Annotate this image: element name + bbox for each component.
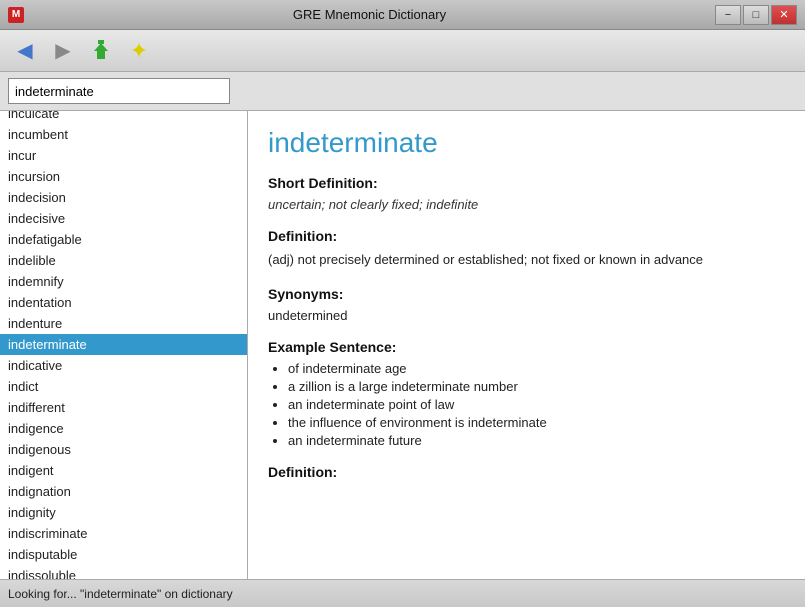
list-item[interactable]: indenture	[0, 313, 247, 334]
short-def-label: Short Definition:	[268, 175, 785, 191]
list-item[interactable]: incur	[0, 145, 247, 166]
def2-label: Definition:	[268, 464, 785, 480]
list-item[interactable]: inculcate	[0, 111, 247, 124]
list-item[interactable]: indignity	[0, 502, 247, 523]
close-button[interactable]: ✕	[771, 5, 797, 25]
main-content: incredulousincrementincriminateincrustat…	[0, 111, 805, 579]
list-item[interactable]: indelible	[0, 250, 247, 271]
list-item[interactable]: indecision	[0, 187, 247, 208]
window-title: GRE Mnemonic Dictionary	[293, 7, 446, 22]
list-item[interactable]: indigent	[0, 460, 247, 481]
back-button[interactable]: ◀	[8, 34, 42, 68]
list-item[interactable]: indemnify	[0, 271, 247, 292]
app-icon: M	[8, 7, 24, 23]
search-bar	[0, 72, 805, 111]
home-button[interactable]	[84, 34, 118, 68]
def-label: Definition:	[268, 228, 785, 244]
synonyms-label: Synonyms:	[268, 286, 785, 302]
status-text: Looking for... "indeterminate" on dictio…	[8, 587, 233, 601]
list-item[interactable]: indefatigable	[0, 229, 247, 250]
list-item[interactable]: indiscriminate	[0, 523, 247, 544]
list-item[interactable]: indigence	[0, 418, 247, 439]
synonyms-text: undetermined	[268, 308, 785, 323]
short-def-text: uncertain; not clearly fixed; indefinite	[268, 197, 785, 212]
word-list[interactable]: incredulousincrementincriminateincrustat…	[0, 111, 248, 579]
list-item[interactable]: indeterminate	[0, 334, 247, 355]
example-item: the influence of environment is indeterm…	[288, 415, 785, 430]
forward-button[interactable]: ▶	[46, 34, 80, 68]
status-bar: Looking for... "indeterminate" on dictio…	[0, 579, 805, 607]
list-item[interactable]: indissoluble	[0, 565, 247, 579]
list-item[interactable]: incursion	[0, 166, 247, 187]
example-item: a zillion is a large indeterminate numbe…	[288, 379, 785, 394]
example-item: an indeterminate point of law	[288, 397, 785, 412]
def-text: (adj) not precisely determined or establ…	[268, 250, 785, 270]
minimize-button[interactable]: −	[715, 5, 741, 25]
list-item[interactable]: indict	[0, 376, 247, 397]
list-item[interactable]: indignation	[0, 481, 247, 502]
examples-label: Example Sentence:	[268, 339, 785, 355]
list-item[interactable]: incumbent	[0, 124, 247, 145]
title-bar: M GRE Mnemonic Dictionary − □ ✕	[0, 0, 805, 30]
toolbar: ◀ ▶ ✦	[0, 30, 805, 72]
search-input[interactable]	[8, 78, 230, 104]
list-item[interactable]: indicative	[0, 355, 247, 376]
example-item: an indeterminate future	[288, 433, 785, 448]
examples-list: of indeterminate age a zillion is a large…	[268, 361, 785, 448]
home-icon	[87, 37, 115, 65]
list-item[interactable]: indentation	[0, 292, 247, 313]
window-controls: − □ ✕	[715, 5, 797, 25]
definition-title: indeterminate	[268, 127, 785, 159]
list-item[interactable]: indisputable	[0, 544, 247, 565]
list-item[interactable]: indigenous	[0, 439, 247, 460]
star-button[interactable]: ✦	[122, 34, 156, 68]
maximize-button[interactable]: □	[743, 5, 769, 25]
list-item[interactable]: indecisive	[0, 208, 247, 229]
list-item[interactable]: indifferent	[0, 397, 247, 418]
definition-panel: indeterminate Short Definition: uncertai…	[248, 111, 805, 579]
example-item: of indeterminate age	[288, 361, 785, 376]
